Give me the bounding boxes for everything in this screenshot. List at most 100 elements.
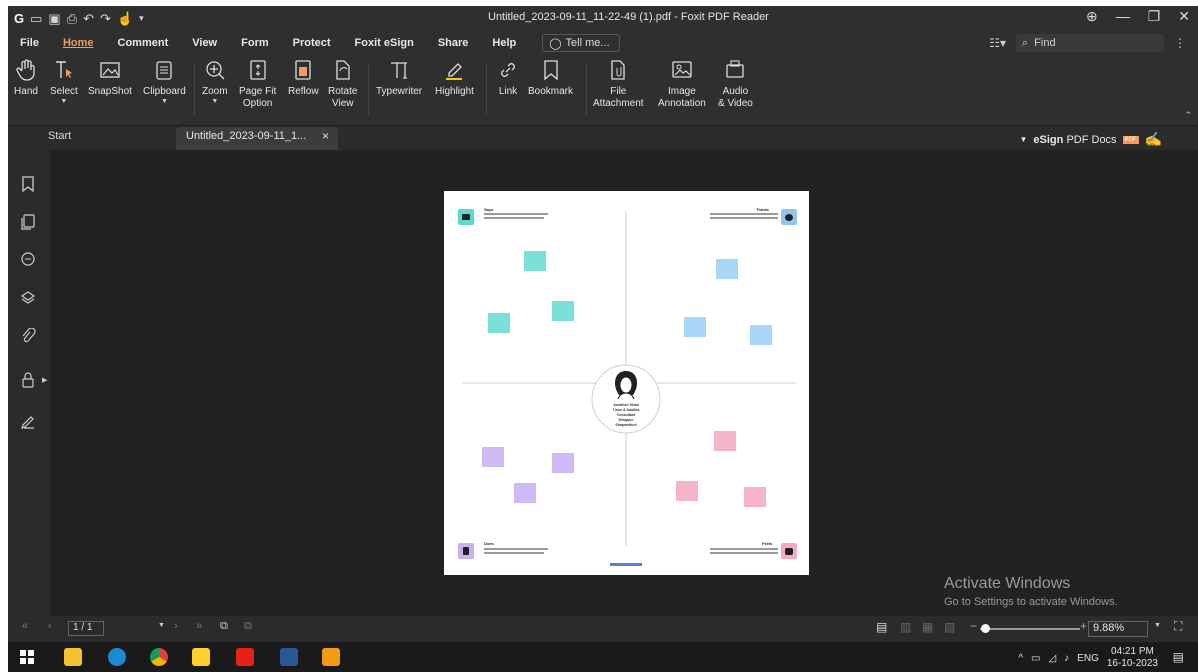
menu-share[interactable]: Share xyxy=(426,37,481,49)
image-annotation-button[interactable]: Image Annotation xyxy=(658,58,706,110)
esign-pdf-docs[interactable]: ▼ eSign PDF Docs PDF ✍ xyxy=(1020,131,1163,148)
sticky-note[interactable] xyxy=(744,487,766,507)
page-number-field[interactable]: 1 / 1 xyxy=(68,621,104,636)
zoom-dropdown-icon[interactable]: ▼ xyxy=(1154,622,1161,629)
prev-page-icon[interactable]: ‹ xyxy=(48,620,52,632)
redo-icon[interactable]: ↷ xyxy=(100,12,111,25)
sticky-note[interactable] xyxy=(552,453,574,473)
open-icon[interactable]: ▭ xyxy=(30,12,42,25)
tell-me-box[interactable]: ◯ Tell me... xyxy=(542,34,621,52)
continuous-view-icon[interactable]: ▥ xyxy=(900,620,911,634)
split-view-icon[interactable]: ⧉ xyxy=(244,620,252,633)
more-options-icon[interactable]: ⋮ xyxy=(1174,36,1186,50)
menu-help[interactable]: Help xyxy=(480,37,528,49)
reflow-button[interactable]: Reflow xyxy=(288,58,319,98)
sticky-note[interactable] xyxy=(676,481,698,501)
tab-close-icon[interactable]: × xyxy=(322,129,329,143)
bookmark-button[interactable]: Bookmark xyxy=(528,58,573,98)
copy-page-icon[interactable]: ⧉ xyxy=(220,620,228,633)
hand-tool-icon[interactable]: ☝ xyxy=(117,12,133,25)
expand-panel-icon[interactable]: ▶ xyxy=(42,376,47,384)
page-fit-option-button[interactable]: Page Fit Option xyxy=(239,58,276,110)
page-dropdown-icon[interactable]: ▼ xyxy=(158,622,165,629)
select-button[interactable]: Select ▼ xyxy=(50,58,78,105)
menu-view[interactable]: View xyxy=(180,37,229,49)
menu-home[interactable]: Home xyxy=(51,37,106,49)
zoom-button[interactable]: Zoom ▼ xyxy=(202,58,228,105)
menu-foxit-esign[interactable]: Foxit eSign xyxy=(343,37,426,49)
file-attachment-button[interactable]: File Attachment xyxy=(593,58,644,110)
rotate-view-button[interactable]: Rotate View xyxy=(328,58,357,110)
signature-panel-icon[interactable] xyxy=(18,412,38,432)
minimize-button[interactable]: — xyxy=(1116,8,1130,25)
bookmark-panel-icon[interactable] xyxy=(18,174,38,194)
clipboard-button[interactable]: Clipboard ▼ xyxy=(143,58,186,105)
single-page-view-icon[interactable]: ▤ xyxy=(876,620,887,634)
zoom-slider-thumb[interactable] xyxy=(981,624,990,633)
menu-form[interactable]: Form xyxy=(229,37,281,49)
edge-browser-icon[interactable] xyxy=(108,648,126,666)
notifications-icon[interactable]: ▤ xyxy=(1173,650,1184,664)
file-explorer-icon[interactable] xyxy=(64,648,82,666)
zoom-dropdown-icon[interactable]: ▼ xyxy=(211,98,218,105)
menu-comment[interactable]: Comment xyxy=(106,37,181,49)
windows-start-icon[interactable] xyxy=(20,650,34,664)
menu-file[interactable]: File xyxy=(8,37,51,49)
miro-app-icon[interactable] xyxy=(192,648,210,666)
save-icon[interactable]: ▣ xyxy=(48,12,60,25)
sticky-note[interactable] xyxy=(482,447,504,467)
account-icon[interactable]: ⊕ xyxy=(1086,8,1098,25)
zoom-in-icon[interactable]: + xyxy=(1080,619,1087,633)
show-hidden-icons-icon[interactable]: ^ xyxy=(1018,653,1023,664)
youtube-icon[interactable] xyxy=(236,648,254,666)
attachments-panel-icon[interactable] xyxy=(18,326,38,346)
clipboard-dropdown-icon[interactable]: ▼ xyxy=(161,98,168,105)
pages-panel-icon[interactable] xyxy=(18,212,38,232)
layers-panel-icon[interactable] xyxy=(18,288,38,308)
collapse-ribbon-icon[interactable]: ⌃ xyxy=(1184,110,1192,121)
network-icon[interactable]: ◿ xyxy=(1048,653,1056,664)
facing-view-icon[interactable]: ▦ xyxy=(922,620,933,634)
sticky-note[interactable] xyxy=(750,325,772,345)
highlight-button[interactable]: Highlight xyxy=(435,58,474,98)
ribbon-options-icon[interactable]: ☷▾ xyxy=(989,36,1006,50)
pdf-page[interactable]: Says Thinks Does Feels Jonathon Shaw Tin… xyxy=(444,191,809,575)
next-page-icon[interactable]: › xyxy=(174,620,178,632)
print-icon[interactable]: ⎙ xyxy=(67,12,77,25)
tab-start[interactable]: Start xyxy=(48,130,71,142)
zoom-level-field[interactable]: 9.88% xyxy=(1088,621,1148,637)
fullscreen-icon[interactable]: ⛶ xyxy=(1174,619,1182,634)
language-indicator[interactable]: ENG xyxy=(1077,653,1099,664)
clock[interactable]: 04:21 PM 16-10-2023 xyxy=(1107,646,1158,670)
close-button[interactable]: ✕ xyxy=(1178,8,1190,25)
zoom-slider[interactable] xyxy=(980,628,1080,630)
see-example-link[interactable] xyxy=(610,563,642,566)
security-panel-icon[interactable] xyxy=(18,370,38,390)
comments-panel-icon[interactable] xyxy=(18,250,38,270)
sticky-note[interactable] xyxy=(514,483,536,503)
customize-icon[interactable]: ▾ xyxy=(139,13,144,23)
first-page-icon[interactable]: « xyxy=(22,620,28,632)
typewriter-button[interactable]: Typewriter xyxy=(376,58,422,98)
zoom-out-icon[interactable]: − xyxy=(970,619,977,633)
volume-icon[interactable]: ♪ xyxy=(1064,653,1069,664)
undo-icon[interactable]: ↶ xyxy=(83,12,94,25)
tab-document[interactable]: Untitled_2023-09-11_1... × xyxy=(176,127,338,150)
sticky-note[interactable] xyxy=(488,313,510,333)
select-dropdown-icon[interactable]: ▼ xyxy=(60,98,67,105)
word-icon[interactable] xyxy=(280,648,298,666)
chrome-browser-icon[interactable] xyxy=(150,648,168,666)
sticky-note[interactable] xyxy=(716,259,738,279)
menu-protect[interactable]: Protect xyxy=(281,37,343,49)
cover-view-icon[interactable]: ▧ xyxy=(944,620,955,634)
sticky-note[interactable] xyxy=(524,251,546,271)
audio-video-button[interactable]: Audio & Video xyxy=(718,58,753,110)
snapshot-button[interactable]: SnapShot xyxy=(88,58,132,98)
find-input[interactable]: ⌕ Find xyxy=(1016,34,1164,52)
link-button[interactable]: Link xyxy=(496,58,520,98)
sticky-note[interactable] xyxy=(552,301,574,321)
hand-button[interactable]: Hand xyxy=(14,58,38,98)
dropdown-icon[interactable]: ▼ xyxy=(1020,135,1028,144)
restore-button[interactable]: ❐ xyxy=(1148,8,1161,25)
foxit-reader-icon[interactable] xyxy=(322,648,340,666)
